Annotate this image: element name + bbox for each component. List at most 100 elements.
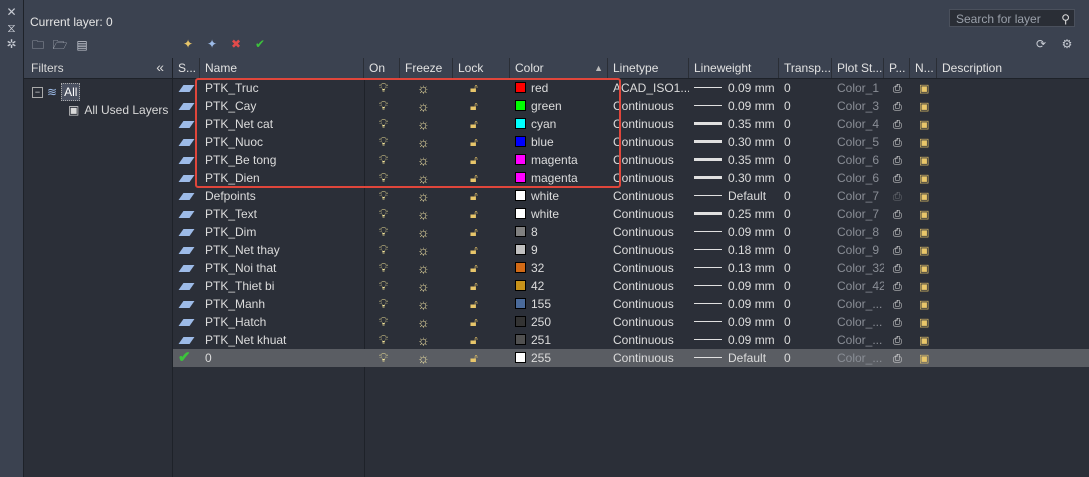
layer-lineweight[interactable]: 0.30 mm bbox=[689, 169, 779, 187]
layer-color[interactable]: blue bbox=[510, 133, 608, 151]
layer-linetype[interactable]: Continuous bbox=[608, 349, 689, 367]
filter-all-label[interactable]: All bbox=[61, 83, 81, 101]
layer-plot[interactable]: ⎙ bbox=[884, 205, 910, 223]
layer-lock[interactable]: 🔓︎ bbox=[453, 259, 510, 277]
layer-status[interactable] bbox=[173, 295, 200, 313]
layer-name[interactable]: PTK_Net cat bbox=[200, 115, 364, 133]
layer-new-vp-freeze[interactable]: ▣ bbox=[910, 169, 937, 187]
layer-new-vp-freeze[interactable]: ▣ bbox=[910, 97, 937, 115]
layer-plot-style[interactable]: Color_1 bbox=[832, 79, 884, 97]
layer-color[interactable]: magenta bbox=[510, 169, 608, 187]
layer-row[interactable]: PTK_Be tong 💡︎ ☼ 🔓︎ magenta Continuous 0.35 mm… bbox=[173, 151, 1089, 169]
layer-row[interactable]: PTK_Dien 💡︎ ☼ 🔓︎ magenta Continuous 0.30 mm 0 Co… bbox=[173, 169, 1089, 187]
layer-lineweight[interactable]: 0.09 mm bbox=[689, 79, 779, 97]
layer-freeze[interactable]: ☼ bbox=[400, 277, 453, 295]
layer-name[interactable]: 0 bbox=[200, 349, 364, 367]
layer-status[interactable] bbox=[173, 169, 200, 187]
layer-plot[interactable]: ⎙ bbox=[884, 151, 910, 169]
layer-new-vp-freeze[interactable]: ▣ bbox=[910, 187, 937, 205]
layer-freeze[interactable]: ☼ bbox=[400, 295, 453, 313]
layer-name[interactable]: PTK_Thiet bi bbox=[200, 277, 364, 295]
layer-status[interactable]: ✔ bbox=[173, 349, 200, 367]
layer-lock[interactable]: 🔓︎ bbox=[453, 331, 510, 349]
col-status[interactable]: S... bbox=[173, 58, 200, 78]
col-plot-style[interactable]: Plot St... bbox=[832, 58, 884, 78]
new-layer-vp-frozen-icon[interactable]: ✦ bbox=[204, 37, 220, 51]
layer-on[interactable]: 💡︎ bbox=[364, 277, 400, 295]
layer-row[interactable]: PTK_Thiet bi 💡︎ ☼ 🔓︎ 42 Continuous 0.09 mm 0 Col… bbox=[173, 277, 1089, 295]
layer-description[interactable] bbox=[937, 205, 1087, 223]
layer-freeze[interactable]: ☼ bbox=[400, 223, 453, 241]
layer-new-vp-freeze[interactable]: ▣ bbox=[910, 223, 937, 241]
layer-description[interactable] bbox=[937, 295, 1087, 313]
layer-plot[interactable]: ⎙ bbox=[884, 115, 910, 133]
layer-new-vp-freeze[interactable]: ▣ bbox=[910, 259, 937, 277]
layer-plot-style[interactable]: Color_6 bbox=[832, 151, 884, 169]
layer-description[interactable] bbox=[937, 313, 1087, 331]
layer-status[interactable] bbox=[173, 79, 200, 97]
layer-description[interactable] bbox=[937, 79, 1087, 97]
layer-lock[interactable]: 🔓︎ bbox=[453, 223, 510, 241]
layer-linetype[interactable]: Continuous bbox=[608, 241, 689, 259]
collapse-icon[interactable]: « bbox=[156, 59, 164, 75]
layer-color[interactable]: 9 bbox=[510, 241, 608, 259]
layer-lock[interactable]: 🔓︎ bbox=[453, 313, 510, 331]
layer-lock[interactable]: 🔓︎ bbox=[453, 151, 510, 169]
layer-lock[interactable]: 🔓︎ bbox=[453, 97, 510, 115]
layer-row[interactable]: PTK_Truc 💡︎ ☼ 🔓︎ red ACAD_ISO1... 0.09 mm 0 Colo… bbox=[173, 79, 1089, 97]
layer-linetype[interactable]: Continuous bbox=[608, 205, 689, 223]
layer-description[interactable] bbox=[937, 349, 1087, 367]
delete-layer-icon[interactable]: ✖ bbox=[228, 37, 244, 51]
layer-linetype[interactable]: Continuous bbox=[608, 331, 689, 349]
layer-new-vp-freeze[interactable]: ▣ bbox=[910, 241, 937, 259]
layer-plot-style[interactable]: Color_... bbox=[832, 313, 884, 331]
layer-color[interactable]: 250 bbox=[510, 313, 608, 331]
layer-color[interactable]: white bbox=[510, 205, 608, 223]
layer-plot-style[interactable]: Color_... bbox=[832, 295, 884, 313]
layer-status[interactable] bbox=[173, 277, 200, 295]
layer-lock[interactable]: 🔓︎ bbox=[453, 295, 510, 313]
layer-freeze[interactable]: ☼ bbox=[400, 349, 453, 367]
col-color[interactable]: Color ▲ bbox=[510, 58, 608, 78]
layer-transparency[interactable]: 0 bbox=[779, 277, 832, 295]
layer-row[interactable]: ✔ 0 💡︎ ☼ 🔓︎ 255 Continuous Default 0 Color_... ⎙ ▣ bbox=[173, 349, 1089, 367]
layer-on[interactable]: 💡︎ bbox=[364, 205, 400, 223]
layer-lock[interactable]: 🔓︎ bbox=[453, 133, 510, 151]
layer-transparency[interactable]: 0 bbox=[779, 241, 832, 259]
layer-row[interactable]: PTK_Net thay 💡︎ ☼ 🔓︎ 9 Continuous 0.18 mm 0 Colo… bbox=[173, 241, 1089, 259]
layer-new-vp-freeze[interactable]: ▣ bbox=[910, 133, 937, 151]
layer-lock[interactable]: 🔓︎ bbox=[453, 205, 510, 223]
layer-plot-style[interactable]: Color_5 bbox=[832, 133, 884, 151]
layer-transparency[interactable]: 0 bbox=[779, 223, 832, 241]
layer-new-vp-freeze[interactable]: ▣ bbox=[910, 331, 937, 349]
layer-color[interactable]: 42 bbox=[510, 277, 608, 295]
layer-name[interactable]: PTK_Manh bbox=[200, 295, 364, 313]
layer-states-icon[interactable]: ▤ bbox=[74, 38, 90, 52]
layer-transparency[interactable]: 0 bbox=[779, 205, 832, 223]
layer-lineweight[interactable]: 0.25 mm bbox=[689, 205, 779, 223]
layer-color[interactable]: white bbox=[510, 187, 608, 205]
layer-description[interactable] bbox=[937, 223, 1087, 241]
layer-freeze[interactable]: ☼ bbox=[400, 259, 453, 277]
layer-description[interactable] bbox=[937, 241, 1087, 259]
layer-name[interactable]: PTK_Nuoc bbox=[200, 133, 364, 151]
layer-plot-style[interactable]: Color_... bbox=[832, 349, 884, 367]
layer-color[interactable]: 32 bbox=[510, 259, 608, 277]
layer-lineweight[interactable]: 0.09 mm bbox=[689, 331, 779, 349]
layer-lineweight[interactable]: 0.09 mm bbox=[689, 277, 779, 295]
layer-status[interactable] bbox=[173, 115, 200, 133]
layer-transparency[interactable]: 0 bbox=[779, 331, 832, 349]
layer-lock[interactable]: 🔓︎ bbox=[453, 241, 510, 259]
layer-transparency[interactable]: 0 bbox=[779, 313, 832, 331]
layer-lineweight[interactable]: 0.09 mm bbox=[689, 295, 779, 313]
col-description[interactable]: Description bbox=[937, 58, 1089, 78]
col-name[interactable]: Name bbox=[200, 58, 364, 78]
layer-description[interactable] bbox=[937, 151, 1087, 169]
layer-row[interactable]: PTK_Net khuat 💡︎ ☼ 🔓︎ 251 Continuous 0.09 mm 0 C… bbox=[173, 331, 1089, 349]
layer-status[interactable] bbox=[173, 259, 200, 277]
layer-name[interactable]: PTK_Cay bbox=[200, 97, 364, 115]
col-lock[interactable]: Lock bbox=[453, 58, 510, 78]
layer-name[interactable]: PTK_Be tong bbox=[200, 151, 364, 169]
layer-row[interactable]: PTK_Cay 💡︎ ☼ 🔓︎ green Continuous 0.09 mm 0 Color… bbox=[173, 97, 1089, 115]
layer-lineweight[interactable]: 0.18 mm bbox=[689, 241, 779, 259]
